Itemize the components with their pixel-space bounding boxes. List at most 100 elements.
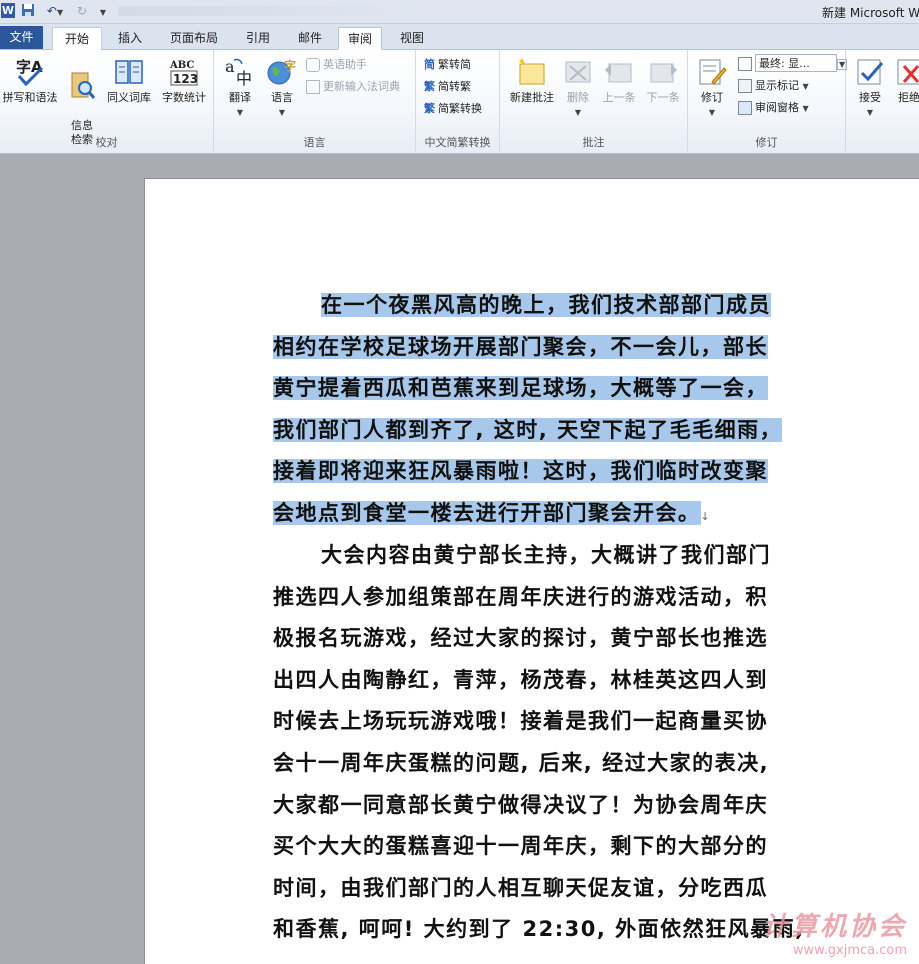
tab-page-layout[interactable]: 页面布局 bbox=[162, 27, 226, 50]
update-ime-dictionary-button[interactable]: 更新输入法词典 bbox=[306, 78, 400, 96]
track-changes-button[interactable]: 修订 ▼ bbox=[692, 56, 732, 120]
show-markup-button[interactable]: 显示标记 ▼ bbox=[738, 77, 809, 95]
blurred-title bbox=[118, 6, 418, 16]
globe-icon: 字 bbox=[267, 58, 296, 85]
text-line: 和香蕉, 呵呵! 大约到了 22:30, 外面依然狂风暴雨, bbox=[273, 917, 805, 942]
paragraph-mark: ↓ bbox=[700, 509, 712, 523]
selected-line: 相约在学校足球场开展部门聚会，不一会儿，部长 bbox=[273, 334, 768, 359]
selected-paragraph[interactable]: 在一个夜黑风高的晚上，我们技术部部门成员 相约在学校足球场开展部门聚会，不一会儿… bbox=[273, 285, 813, 535]
ribbon-tabs: 文件 开始 插入 页面布局 引用 邮件 审阅 视图 bbox=[0, 24, 919, 50]
track-changes-icon bbox=[699, 59, 727, 85]
delete-comment-button[interactable]: 删除 ▼ bbox=[560, 56, 596, 120]
selected-line: 我们部门人都到齐了, 这时, 天空下起了毛毛细雨， bbox=[273, 417, 783, 442]
text-line: 时间，由我们部门的人相互聊天促友谊，分吃西瓜 bbox=[273, 875, 768, 900]
watermark-url: www.gxjmca.com bbox=[792, 943, 907, 958]
title-bar: W ↶▼ ↻ ▼ 新建 Microsoft W bbox=[0, 0, 919, 24]
to-simplified-icon: 简 bbox=[424, 58, 435, 71]
to-traditional-icon: 繁 bbox=[424, 80, 435, 93]
svg-text:中: 中 bbox=[236, 69, 252, 88]
spelling-grammar-button[interactable]: 字A 拼写和语法 bbox=[0, 56, 60, 105]
watermark-title: 计算机协会 bbox=[761, 912, 907, 942]
previous-comment-button[interactable]: 上一条 bbox=[598, 56, 640, 105]
conversion-icon: 繁 bbox=[424, 102, 435, 115]
reviewing-pane-icon bbox=[738, 101, 752, 115]
reject-button[interactable]: 拒绝 bbox=[894, 56, 919, 105]
translate-icon: a中 bbox=[225, 57, 252, 88]
document-area: 在一个夜黑风高的晚上，我们技术部部门成员 相约在学校足球场开展部门聚会，不一会儿… bbox=[0, 155, 919, 964]
tab-file[interactable]: 文件 bbox=[0, 26, 43, 49]
tab-mailings[interactable]: 邮件 bbox=[288, 27, 332, 50]
reviewing-pane-button[interactable]: 审阅窗格 ▼ bbox=[738, 99, 809, 117]
thesaurus-book-icon bbox=[115, 60, 143, 84]
proofing-group: 字A 拼写和语法 信息 检索 同义词库 ABC 123 字数统计 校对 bbox=[0, 50, 214, 154]
chinese-group-label: 中文简繁转换 bbox=[424, 136, 491, 149]
research-book-icon bbox=[71, 72, 96, 99]
selected-line: 在一个夜黑风高的晚上，我们技术部部门成员 bbox=[273, 285, 813, 327]
proofing-group-label: 校对 bbox=[95, 136, 118, 149]
chinese-conversion-group: 简繁转简 繁简转繁 繁简繁转换 中文简繁转换 bbox=[416, 50, 500, 154]
accept-icon bbox=[857, 59, 884, 85]
text-line: 会十一周年庆蛋糕的问题, 后来, 经过大家的表决, bbox=[273, 750, 770, 775]
svg-text:字A: 字A bbox=[16, 58, 43, 76]
tab-review[interactable]: 审阅 bbox=[338, 27, 382, 50]
display-review-icon bbox=[738, 57, 752, 71]
display-for-review-select[interactable]: 最终: 显... ▼ bbox=[738, 54, 848, 72]
word-count-icon: ABC123 bbox=[169, 60, 198, 86]
show-markup-icon bbox=[738, 79, 752, 93]
conversion-button[interactable]: 繁简繁转换 bbox=[424, 100, 482, 118]
new-comment-button[interactable]: 新建批注 bbox=[504, 56, 560, 105]
previous-comment-icon bbox=[605, 63, 632, 83]
comments-group-label: 批注 bbox=[582, 136, 605, 149]
text-line: 大家都一同意部长黄宁做得决议了！为协会周年庆 bbox=[273, 792, 768, 817]
window-title: 新建 Microsoft W bbox=[822, 6, 919, 20]
svg-text:a: a bbox=[225, 57, 235, 76]
tab-references[interactable]: 引用 bbox=[236, 27, 280, 50]
next-comment-icon bbox=[650, 63, 677, 83]
tab-home[interactable]: 开始 bbox=[52, 27, 102, 50]
translate-button[interactable]: a中 翻译 ▼ bbox=[220, 56, 260, 120]
english-assistant-icon bbox=[306, 58, 320, 72]
text-line: 大会内容由黄宁部长主持，大概讲了我们部门 bbox=[321, 543, 771, 567]
text-line: 买个大大的蛋糕喜迎十一周年庆，剩下的大部分的 bbox=[273, 834, 768, 859]
next-comment-button[interactable]: 下一条 bbox=[642, 56, 684, 105]
word-count-button[interactable]: ABC 123 字数统计 bbox=[156, 56, 212, 105]
text-line: 时候去上场玩玩游戏哦！接着是我们一起商量买协 bbox=[273, 709, 768, 734]
ime-dictionary-icon bbox=[306, 80, 320, 94]
language-group-label: 语言 bbox=[303, 136, 326, 149]
svg-text:字: 字 bbox=[284, 58, 296, 73]
text-line: 出四人由陶静红，青萍，杨茂春，林桂英这四人到 bbox=[273, 667, 768, 692]
tracking-group: 修订 ▼ 最终: 显... ▼ 显示标记 ▼ 审阅窗格 ▼ 修订 bbox=[688, 50, 848, 154]
redo-icon[interactable]: ↻ bbox=[74, 3, 90, 19]
svg-text:ABC: ABC bbox=[169, 60, 194, 71]
word-icon[interactable]: W bbox=[1, 3, 15, 18]
spelling-check-icon: 字A bbox=[16, 58, 44, 87]
english-assistant-button[interactable]: 英语助手 bbox=[306, 56, 367, 74]
tab-insert[interactable]: 插入 bbox=[108, 27, 152, 50]
delete-comment-icon bbox=[565, 61, 591, 83]
undo-icon[interactable]: ↶▼ bbox=[42, 3, 68, 19]
body-paragraph[interactable]: 大会内容由黄宁部长主持，大概讲了我们部门 推选四人参加组策部在周年庆进行的游戏活… bbox=[273, 535, 813, 951]
to-traditional-button[interactable]: 繁简转繁 bbox=[424, 78, 471, 96]
watermark: 计算机协会 www.gxjmca.com bbox=[762, 906, 907, 958]
language-button[interactable]: 字 语言 ▼ bbox=[262, 56, 302, 120]
new-comment-icon bbox=[519, 58, 545, 85]
accept-button[interactable]: 接受 ▼ bbox=[852, 56, 888, 120]
changes-group: 接受 ▼ 拒绝 bbox=[846, 50, 919, 154]
customize-toolbar-icon[interactable]: ▼ bbox=[96, 3, 110, 19]
selected-line: 接着即将迎来狂风暴雨啦！这时，我们临时改变聚 bbox=[273, 459, 768, 484]
to-simplified-button[interactable]: 简繁转简 bbox=[424, 56, 471, 74]
tab-view[interactable]: 视图 bbox=[390, 27, 434, 50]
language-group: a中 翻译 ▼ 字 语言 ▼ 英语助手 更新输入法词典 语言 bbox=[214, 50, 416, 154]
reject-icon bbox=[897, 59, 919, 85]
selected-line: 黄宁提着西瓜和芭蕉来到足球场，大概等了一会， bbox=[273, 376, 768, 401]
thesaurus-button[interactable]: 同义词库 bbox=[104, 56, 154, 105]
selected-line: 会地点到食堂一楼去进行开部门聚会开会。↓ bbox=[273, 500, 712, 525]
comments-group: 新建批注 删除 ▼ 上一条 下一条 批注 bbox=[500, 50, 688, 154]
document-page[interactable]: 在一个夜黑风高的晚上，我们技术部部门成员 相约在学校足球场开展部门聚会，不一会儿… bbox=[144, 178, 919, 964]
text-line: 推选四人参加组策部在周年庆进行的游戏活动，积 bbox=[273, 584, 768, 609]
save-icon[interactable] bbox=[20, 3, 36, 19]
tracking-group-label: 修订 bbox=[755, 136, 778, 149]
text-line: 极报名玩游戏，经过大家的探讨，黄宁部长也推选 bbox=[273, 626, 768, 651]
ribbon: 字A 拼写和语法 信息 检索 同义词库 ABC 123 字数统计 校对 a中 翻译… bbox=[0, 50, 919, 154]
